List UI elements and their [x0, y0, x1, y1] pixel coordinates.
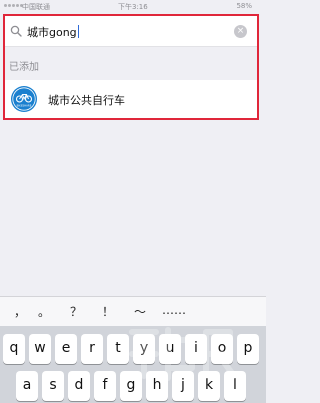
clock: 下午3:16: [118, 3, 148, 11]
key-e[interactable]: e: [55, 334, 77, 364]
candidate-question[interactable]: ？: [70, 303, 82, 320]
candidate-comma[interactable]: ，: [14, 303, 26, 320]
candidate-bar: ， 。 ？ ！ ～ ……: [0, 296, 266, 326]
highlight-frame: [3, 14, 259, 120]
key-g[interactable]: g: [120, 371, 142, 401]
key-h[interactable]: h: [146, 371, 168, 401]
candidate-exclaim[interactable]: ！: [102, 303, 114, 320]
key-d[interactable]: d: [68, 371, 90, 401]
candidate-tilde[interactable]: ～: [134, 303, 146, 320]
carrier-label: 中国联通: [22, 3, 50, 11]
status-bar: 中国联通 下午3:16 58%: [0, 0, 266, 12]
key-p[interactable]: p: [237, 334, 259, 364]
key-u[interactable]: u: [159, 334, 181, 364]
key-s[interactable]: s: [42, 371, 64, 401]
key-y[interactable]: y: [133, 334, 155, 364]
candidate-period[interactable]: 。: [38, 303, 50, 320]
battery-label: 58%: [236, 2, 252, 10]
screen: 中国联通 下午3:16 58% 城市gong × 已添加 BIKESHARE 城…: [0, 0, 266, 403]
signal-icon: [4, 4, 23, 7]
candidate-ellipsis[interactable]: ……: [162, 303, 186, 317]
key-l[interactable]: l: [224, 371, 246, 401]
key-q[interactable]: q: [3, 334, 25, 364]
key-w[interactable]: w: [29, 334, 51, 364]
key-j[interactable]: j: [172, 371, 194, 401]
key-k[interactable]: k: [198, 371, 220, 401]
key-r[interactable]: r: [81, 334, 103, 364]
key-o[interactable]: o: [211, 334, 233, 364]
keyboard: q w e r t y u i o p a s d f g h j k l: [0, 326, 266, 403]
key-t[interactable]: t: [107, 334, 129, 364]
key-i[interactable]: i: [185, 334, 207, 364]
key-f[interactable]: f: [94, 371, 116, 401]
key-a[interactable]: a: [16, 371, 38, 401]
